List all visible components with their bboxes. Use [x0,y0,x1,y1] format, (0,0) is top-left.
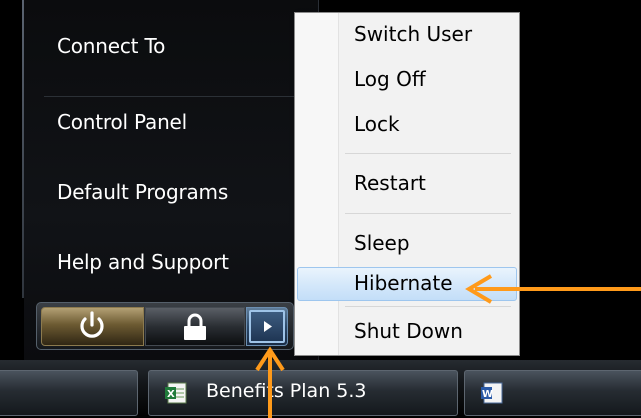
menu-item-label: Sleep [354,231,410,255]
start-item-help-and-support[interactable]: Help and Support [57,250,229,274]
excel-icon: X [165,382,187,404]
menu-item-label: Hibernate [354,271,453,295]
lock-icon [184,313,206,340]
word-icon: W [481,382,503,404]
menu-item-log-off[interactable]: Log Off [297,63,515,95]
start-item-connect-to[interactable]: Connect To [57,34,165,58]
menu-separator [345,153,511,154]
svg-text:W: W [482,389,493,400]
menu-item-shut-down[interactable]: Shut Down [297,315,515,347]
menu-item-label: Shut Down [354,319,463,343]
menu-separator [345,306,511,307]
menu-item-label: Switch User [354,22,473,46]
menu-item-restart[interactable]: Restart [297,167,515,199]
start-item-control-panel[interactable]: Control Panel [57,110,187,134]
shutdown-options-button[interactable] [246,307,288,346]
svg-text:X: X [167,389,175,400]
arrow-right-icon [264,321,272,332]
taskbar-button-word[interactable]: W [464,370,641,416]
menu-item-label: Restart [354,171,426,195]
separator [44,96,294,97]
menu-item-label: Log Off [354,67,426,91]
menu-item-sleep[interactable]: Sleep [297,227,515,259]
power-button[interactable] [41,307,144,346]
lock-button[interactable] [145,307,245,346]
start-item-default-programs[interactable]: Default Programs [57,180,228,204]
taskbar-button-benefits-plan[interactable]: X Benefits Plan 5.3 [148,370,458,416]
menu-separator [345,213,511,214]
annotation-arrow-options [255,346,285,418]
menu-item-switch-user[interactable]: Switch User [297,18,515,50]
menu-item-label: Lock [354,112,400,136]
menu-item-lock[interactable]: Lock [297,108,515,140]
power-icon [80,311,104,338]
taskbar-button[interactable] [0,370,138,416]
annotation-arrow-hibernate [465,274,641,304]
